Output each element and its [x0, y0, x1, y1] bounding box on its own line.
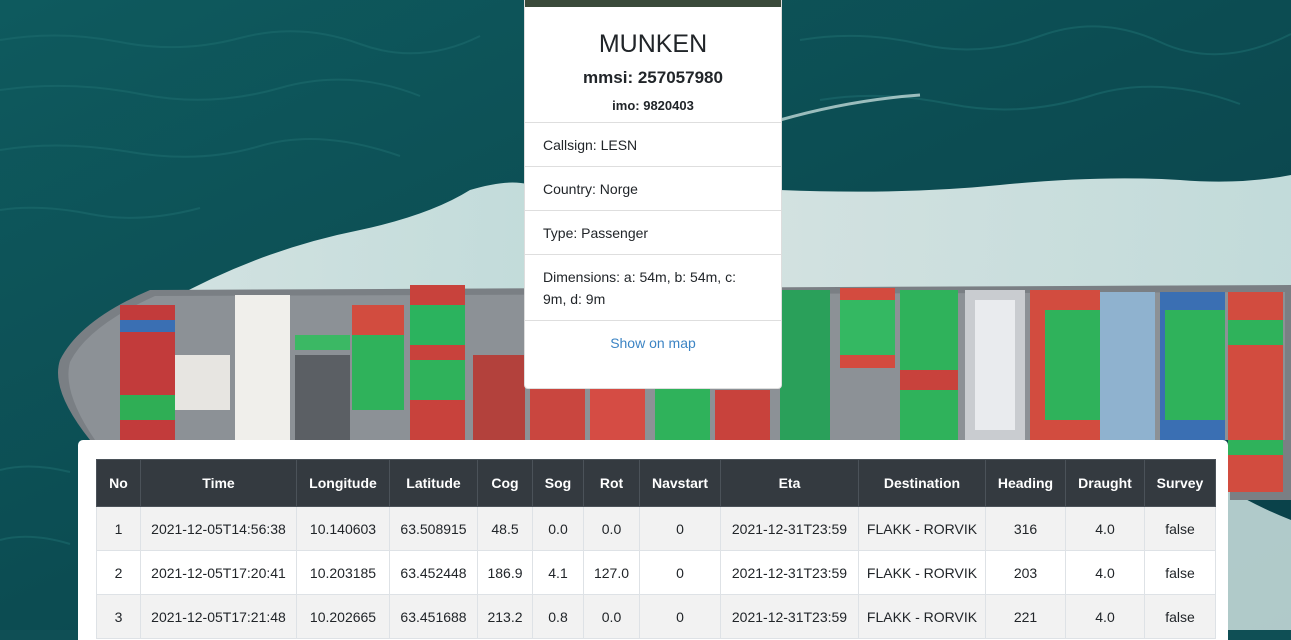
cell-time: 2021-12-05T17:20:41: [140, 550, 297, 595]
cell-survey: false: [1144, 550, 1216, 595]
vessel-card-header: MUNKEN mmsi: 257057980 imo: 9820403: [525, 7, 781, 123]
cell-navstart: 0: [639, 550, 721, 595]
cell-sog: 0.0: [532, 506, 584, 551]
cell-heading: 203: [985, 550, 1066, 595]
cell-latitude: 63.508915: [389, 506, 478, 551]
column-header-time: Time: [140, 459, 297, 507]
vessel-dimensions: Dimensions: a: 54m, b: 54m, c: 9m, d: 9m: [525, 255, 781, 321]
column-header-longitude: Longitude: [296, 459, 390, 507]
cell-rot: 127.0: [583, 550, 640, 595]
vessel-mmsi: mmsi: 257057980: [583, 68, 723, 87]
column-header-rot: Rot: [583, 459, 640, 507]
column-header-draught: Draught: [1065, 459, 1145, 507]
position-table: No Time Longitude Latitude Cog Sog Rot N…: [96, 459, 1216, 639]
vessel-imo: imo: 9820403: [612, 98, 694, 113]
vessel-card-image: [525, 0, 781, 7]
show-on-map-link[interactable]: Show on map: [525, 321, 781, 365]
table-row: 2 2021-12-05T17:20:41 10.203185 63.45244…: [96, 550, 1216, 595]
cell-cog: 213.2: [477, 594, 533, 639]
cell-draught: 4.0: [1065, 594, 1145, 639]
cell-destination: FLAKK - RORVIK: [858, 550, 986, 595]
column-header-survey: Survey: [1144, 459, 1216, 507]
cell-draught: 4.0: [1065, 506, 1145, 551]
cell-navstart: 0: [639, 506, 721, 551]
table-row: 1 2021-12-05T14:56:38 10.140603 63.50891…: [96, 506, 1216, 551]
vessel-callsign: Callsign: LESN: [525, 123, 781, 167]
column-header-eta: Eta: [720, 459, 859, 507]
table-header-row: No Time Longitude Latitude Cog Sog Rot N…: [96, 459, 1216, 507]
cell-latitude: 63.452448: [389, 550, 478, 595]
cell-cog: 48.5: [477, 506, 533, 551]
vessel-type: Type: Passenger: [525, 211, 781, 255]
cell-time: 2021-12-05T14:56:38: [140, 506, 297, 551]
cell-survey: false: [1144, 506, 1216, 551]
cell-cog: 186.9: [477, 550, 533, 595]
cell-longitude: 10.203185: [296, 550, 390, 595]
column-header-heading: Heading: [985, 459, 1066, 507]
column-header-navstart: Navstart: [639, 459, 721, 507]
cell-navstart: 0: [639, 594, 721, 639]
cell-time: 2021-12-05T17:21:48: [140, 594, 297, 639]
cell-longitude: 10.140603: [296, 506, 390, 551]
column-header-latitude: Latitude: [389, 459, 478, 507]
position-table-panel: No Time Longitude Latitude Cog Sog Rot N…: [78, 440, 1228, 640]
cell-no: 3: [96, 594, 141, 639]
cell-no: 1: [96, 506, 141, 551]
vessel-country: Country: Norge: [525, 167, 781, 211]
cell-latitude: 63.451688: [389, 594, 478, 639]
column-header-cog: Cog: [477, 459, 533, 507]
vessel-card: MUNKEN mmsi: 257057980 imo: 9820403 Call…: [524, 0, 782, 389]
cell-draught: 4.0: [1065, 550, 1145, 595]
column-header-destination: Destination: [858, 459, 986, 507]
cell-survey: false: [1144, 594, 1216, 639]
column-header-sog: Sog: [532, 459, 584, 507]
cell-eta: 2021-12-31T23:59: [720, 506, 859, 551]
cell-sog: 0.8: [532, 594, 584, 639]
cell-heading: 221: [985, 594, 1066, 639]
cell-sog: 4.1: [532, 550, 584, 595]
cell-rot: 0.0: [583, 506, 640, 551]
cell-no: 2: [96, 550, 141, 595]
cell-heading: 316: [985, 506, 1066, 551]
column-header-no: No: [96, 459, 141, 507]
cell-longitude: 10.202665: [296, 594, 390, 639]
cell-destination: FLAKK - RORVIK: [858, 594, 986, 639]
cell-eta: 2021-12-31T23:59: [720, 550, 859, 595]
table-row: 3 2021-12-05T17:21:48 10.202665 63.45168…: [96, 594, 1216, 639]
cell-destination: FLAKK - RORVIK: [858, 506, 986, 551]
cell-eta: 2021-12-31T23:59: [720, 594, 859, 639]
cell-rot: 0.0: [583, 594, 640, 639]
vessel-name: MUNKEN: [598, 30, 708, 58]
